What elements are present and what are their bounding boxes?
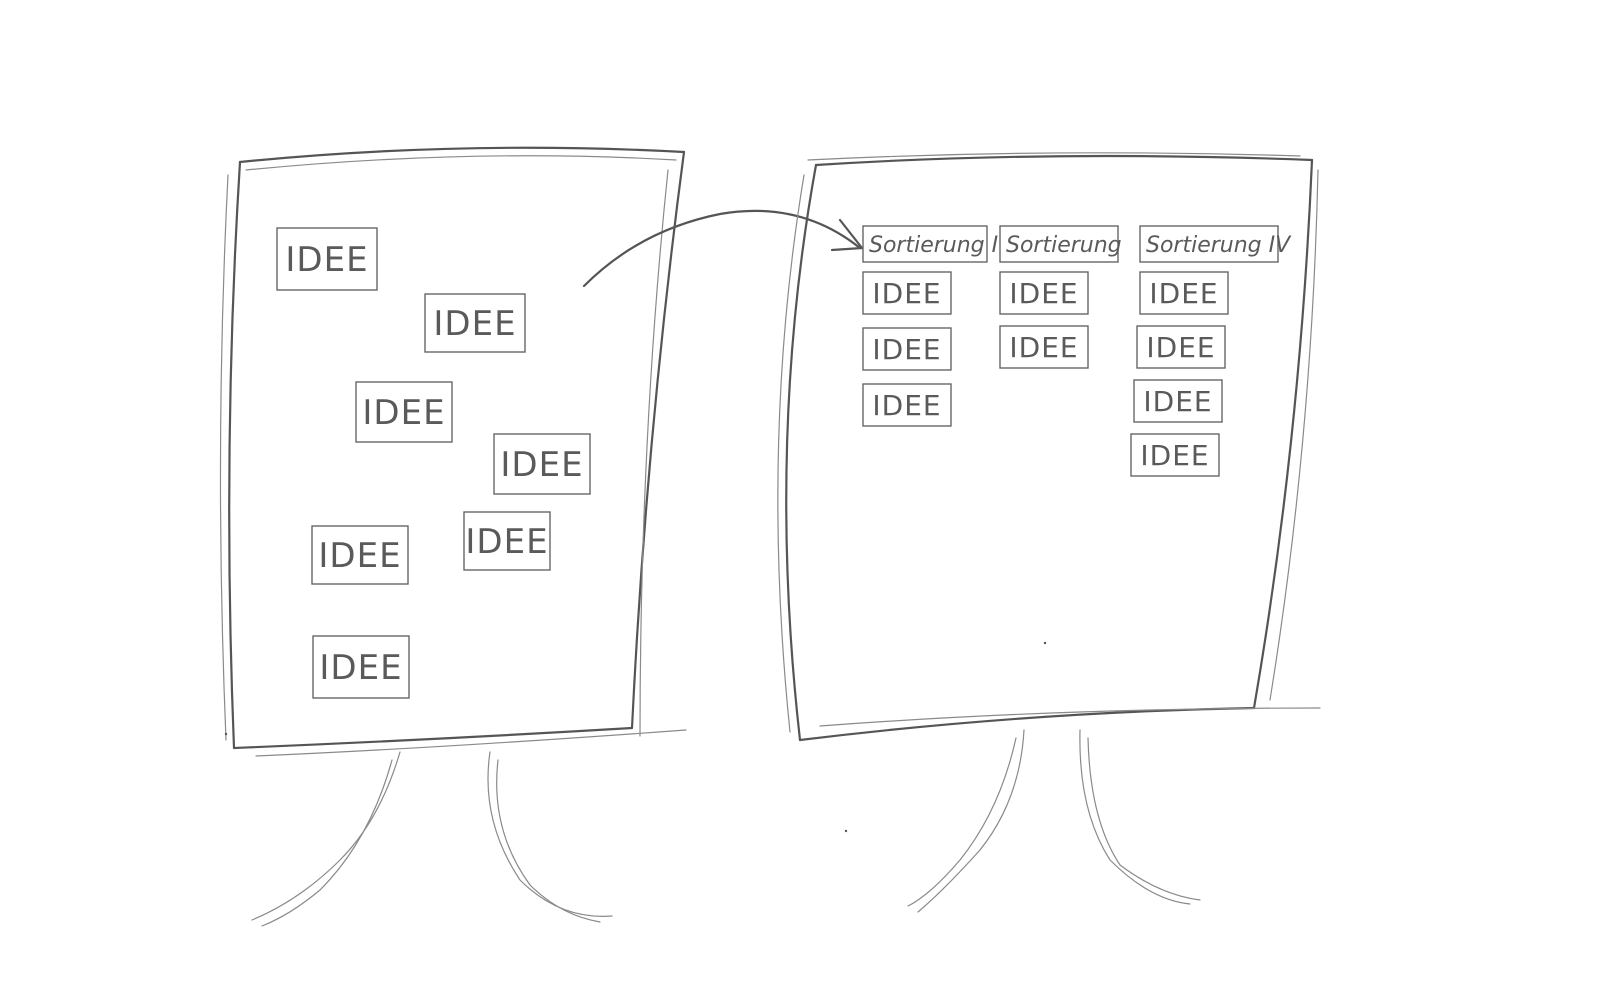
idea-card: IDEE	[862, 383, 952, 427]
sort-column-header: Sortierung	[1006, 233, 1122, 258]
left-idea-cards: IDEE IDEE IDEE IDEE IDEE IDEE IDEE	[276, 227, 591, 699]
idea-card: IDEE	[862, 271, 952, 315]
sort-column: Sortierung IV IDEE IDEE IDEE IDEE	[1130, 225, 1292, 477]
idea-card: IDEE	[999, 271, 1089, 315]
idea-card: IDEE	[1133, 379, 1223, 423]
idea-label: IDEE	[500, 445, 583, 485]
transfer-arrow	[582, 209, 864, 288]
idea-card: IDEE	[1130, 433, 1220, 477]
idea-label: IDEE	[465, 522, 548, 562]
idea-label: IDEE	[1149, 277, 1218, 310]
idea-label: IDEE	[872, 277, 941, 310]
idea-label: IDEE	[1143, 385, 1212, 418]
idea-label: IDEE	[319, 648, 402, 688]
idea-label: IDEE	[318, 536, 401, 576]
idea-label: IDEE	[362, 393, 445, 433]
idea-label: IDEE	[285, 240, 368, 280]
idea-card: IDEE	[355, 381, 453, 443]
idea-label: IDEE	[872, 389, 941, 422]
idea-card: IDEE	[312, 635, 410, 699]
idea-card: IDEE	[1136, 325, 1226, 369]
sort-column-header: Sortierung IV	[1146, 233, 1292, 258]
idea-card: IDEE	[862, 327, 952, 371]
idea-card: IDEE	[276, 227, 378, 291]
idea-card: IDEE	[424, 293, 526, 353]
sort-column: Sortierung IDEE IDEE	[999, 225, 1122, 369]
idea-card: IDEE	[1139, 271, 1229, 315]
idea-card: IDEE	[463, 511, 551, 571]
flipchart-sketch: IDEE IDEE IDEE IDEE IDEE IDEE IDEE Sortierung …	[219, 146, 1321, 927]
idea-label: IDEE	[1009, 331, 1078, 364]
idea-label: IDEE	[1009, 277, 1078, 310]
idea-label: IDEE	[872, 333, 941, 366]
idea-card: IDEE	[311, 525, 409, 585]
right-board	[224, 152, 1321, 913]
right-sorted-columns: Sortierung I IDEE IDEE IDEE Sortierung IDEE ID…	[862, 225, 1292, 477]
idea-label: IDEE	[1140, 439, 1209, 472]
idea-label: IDEE	[433, 304, 516, 344]
sort-column: Sortierung I IDEE IDEE IDEE	[862, 225, 998, 427]
sort-column-header: Sortierung I	[869, 233, 998, 258]
idea-card: IDEE	[999, 325, 1089, 369]
idea-card: IDEE	[493, 433, 591, 495]
idea-label: IDEE	[1146, 331, 1215, 364]
